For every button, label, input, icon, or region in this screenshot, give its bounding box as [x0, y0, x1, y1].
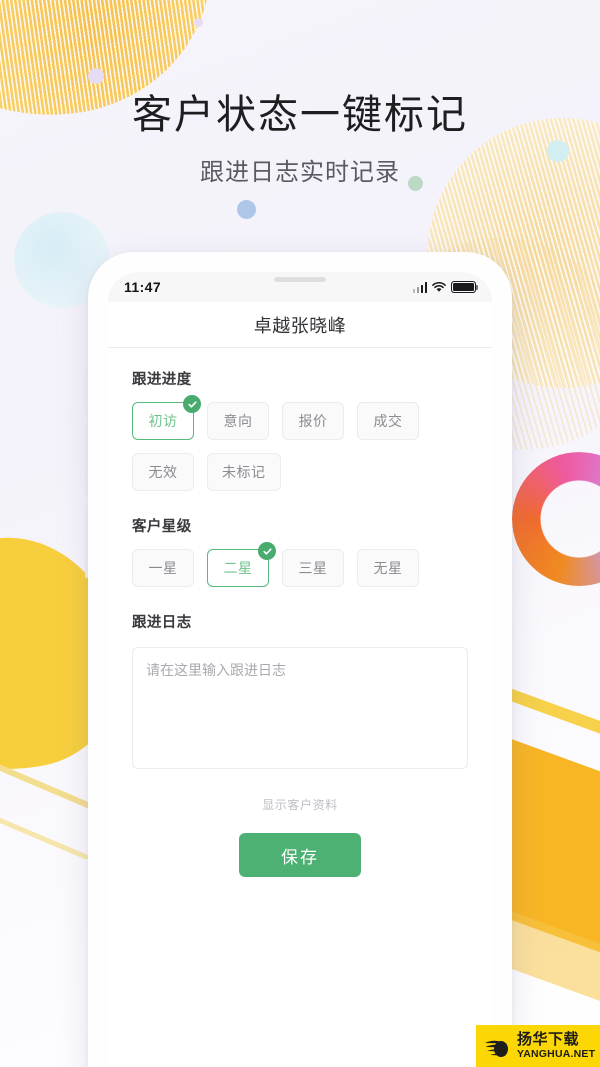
app-navbar: 卓越张晓峰	[108, 302, 492, 348]
form-content: 跟进进度 初访 意向 报价 成交无效 未标记 客户星级 一星 二星 三星 无星 跟进日志 显示…	[108, 348, 492, 877]
progress-chip-报价[interactable]: 报价	[282, 402, 344, 440]
phone-button-volume-up	[85, 428, 88, 496]
progress-chip-未标记[interactable]: 未标记	[207, 453, 281, 491]
progress-section-label: 跟进进度	[132, 372, 192, 388]
chip-label: 二星	[223, 560, 253, 576]
log-section-label: 跟进日志	[132, 615, 192, 631]
globe-stripes-icon	[482, 1031, 512, 1061]
battery-full-icon	[451, 281, 479, 293]
navbar-title: 卓越张晓峰	[253, 315, 347, 336]
chip-label: 一星	[148, 560, 178, 576]
watermark-en-text: YANGHUA.NET	[517, 1048, 596, 1061]
status-bar: 11:47	[108, 272, 492, 302]
star-level-section-label: 客户星级	[132, 519, 192, 535]
star-level-chip-group: 一星 二星 三星 无星	[132, 542, 468, 587]
show-customer-profile-link[interactable]: 显示客户资料	[132, 796, 468, 813]
phone-screen: 11:47 卓越张晓峰 跟进进度 初访 意向 报价 成交 无效 未标记 客户星级…	[108, 272, 492, 1067]
watermark-badge: 扬华下载 YANGHUA.NET	[476, 1025, 600, 1067]
status-bar-icons	[412, 281, 479, 293]
purple-dot-decoration	[194, 18, 203, 27]
signal-bars-icon	[412, 282, 427, 293]
phone-mockup: 11:47 卓越张晓峰 跟进进度 初访 意向 报价 成交 无效 未标记 客户星级…	[85, 252, 512, 1067]
status-bar-time: 11:47	[124, 279, 162, 295]
follow-up-log-textarea[interactable]	[132, 647, 468, 769]
chip-label: 未标记	[222, 464, 266, 480]
speaker-grille	[274, 277, 326, 282]
watermark-text: 扬华下载 YANGHUA.NET	[517, 1032, 595, 1060]
progress-chip-group: 初访 意向 报价 成交无效 未标记	[132, 395, 468, 491]
blue-dot-decoration	[237, 200, 256, 219]
save-button[interactable]: 保存	[239, 833, 361, 877]
chip-label: 无效	[148, 464, 178, 480]
chip-label: 意向	[223, 413, 253, 429]
phone-notch	[224, 272, 376, 294]
star-chip-一星[interactable]: 一星	[132, 549, 194, 587]
progress-chip-无效[interactable]: 无效	[132, 453, 194, 491]
page-title: 客户状态一键标记	[132, 93, 468, 137]
star-chip-无星[interactable]: 无星	[357, 549, 419, 587]
page-subtitle: 跟进日志实时记录	[200, 159, 400, 186]
star-chip-二星[interactable]: 二星	[207, 542, 276, 587]
gradient-ring-decoration	[512, 452, 600, 586]
progress-chip-初访[interactable]: 初访	[132, 395, 201, 440]
chip-label: 成交	[373, 413, 403, 429]
progress-chip-成交[interactable]: 成交	[357, 402, 419, 440]
yellow-line-decoration	[0, 796, 90, 861]
chip-label: 无星	[373, 560, 403, 576]
star-chip-三星[interactable]: 三星	[282, 549, 344, 587]
phone-button-silent	[85, 370, 88, 410]
check-badge-icon	[258, 542, 276, 560]
purple-dot-decoration	[88, 68, 104, 84]
chip-label: 三星	[298, 560, 328, 576]
progress-chip-意向[interactable]: 意向	[207, 402, 269, 440]
promo-page: 客户状态一键标记 跟进日志实时记录 11:47 卓越张晓峰 跟进进度 初访 意向…	[0, 0, 600, 1067]
chip-label: 报价	[298, 413, 328, 429]
wifi-icon	[432, 281, 446, 293]
watermark-cn-text: 扬华下载	[517, 1031, 580, 1049]
chip-label: 初访	[148, 413, 178, 429]
check-badge-icon	[183, 395, 201, 413]
promo-headline-block: 客户状态一键标记 跟进日志实时记录	[0, 92, 600, 187]
phone-button-volume-down	[85, 510, 88, 578]
